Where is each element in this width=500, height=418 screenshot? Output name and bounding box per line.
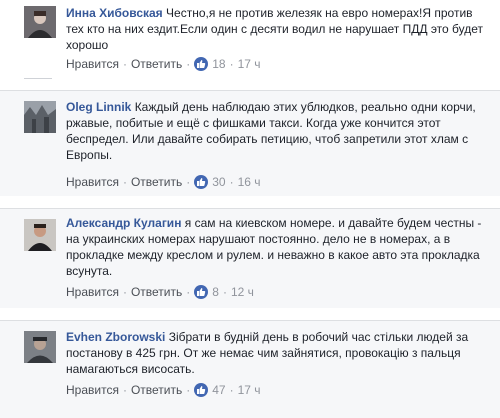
comment-block-2: Oleg Linnik Каждый день наблюдаю этих уб… <box>0 90 500 196</box>
like-link[interactable]: Нравится <box>66 383 119 397</box>
like-count[interactable]: 8 <box>212 285 219 299</box>
thumbs-up-icon[interactable] <box>194 285 209 299</box>
reply-link[interactable]: Ответить <box>131 175 182 189</box>
comment-author[interactable]: Инна Хибовская <box>66 6 163 20</box>
timestamp[interactable]: 17 ч <box>238 57 261 71</box>
like-count[interactable]: 18 <box>212 57 225 71</box>
comment-actions: Нравится · Ответить · 30 · 16 ч <box>66 175 261 189</box>
comment-body: Инна Хибовская Честно,я не против железя… <box>66 5 486 53</box>
comment-actions: Нравится · Ответить · 18 · 17 ч <box>66 57 261 71</box>
thumbs-up-icon[interactable] <box>194 57 209 71</box>
reply-link[interactable]: Ответить <box>131 383 182 397</box>
comment-actions: Нравится · Ответить · 47 · 17 ч <box>66 383 261 397</box>
timestamp[interactable]: 17 ч <box>238 383 261 397</box>
comment-author[interactable]: Александр Кулагин <box>66 216 181 230</box>
thumbs-up-icon[interactable] <box>194 175 209 189</box>
avatar[interactable] <box>24 331 56 363</box>
reply-link[interactable]: Ответить <box>131 285 182 299</box>
like-count[interactable]: 47 <box>212 383 225 397</box>
avatar[interactable] <box>24 6 56 38</box>
comment-body: Oleg Linnik Каждый день наблюдаю этих уб… <box>66 99 486 163</box>
comment-block-4: Evhen Zborowski Зібрати в будній день в … <box>0 320 500 418</box>
comment-block-3: Александр Кулагин я сам на киевском номе… <box>0 208 500 308</box>
timestamp[interactable]: 16 ч <box>238 175 261 189</box>
divider <box>24 78 52 79</box>
comment-author[interactable]: Oleg Linnik <box>66 100 131 114</box>
reply-link[interactable]: Ответить <box>131 57 182 71</box>
like-count[interactable]: 30 <box>212 175 225 189</box>
like-link[interactable]: Нравится <box>66 57 119 71</box>
comment-author[interactable]: Evhen Zborowski <box>66 330 165 344</box>
comment-actions: Нравится · Ответить · 8 · 12 ч <box>66 285 254 299</box>
comment-body: Александр Кулагин я сам на киевском номе… <box>66 215 486 279</box>
thumbs-up-icon[interactable] <box>194 383 209 397</box>
avatar[interactable] <box>24 101 56 133</box>
comment-block-1: Инна Хибовская Честно,я не против железя… <box>0 0 500 88</box>
like-link[interactable]: Нравится <box>66 175 119 189</box>
avatar[interactable] <box>24 219 56 251</box>
like-link[interactable]: Нравится <box>66 285 119 299</box>
comment-body: Evhen Zborowski Зібрати в будній день в … <box>66 329 486 377</box>
timestamp[interactable]: 12 ч <box>231 285 254 299</box>
